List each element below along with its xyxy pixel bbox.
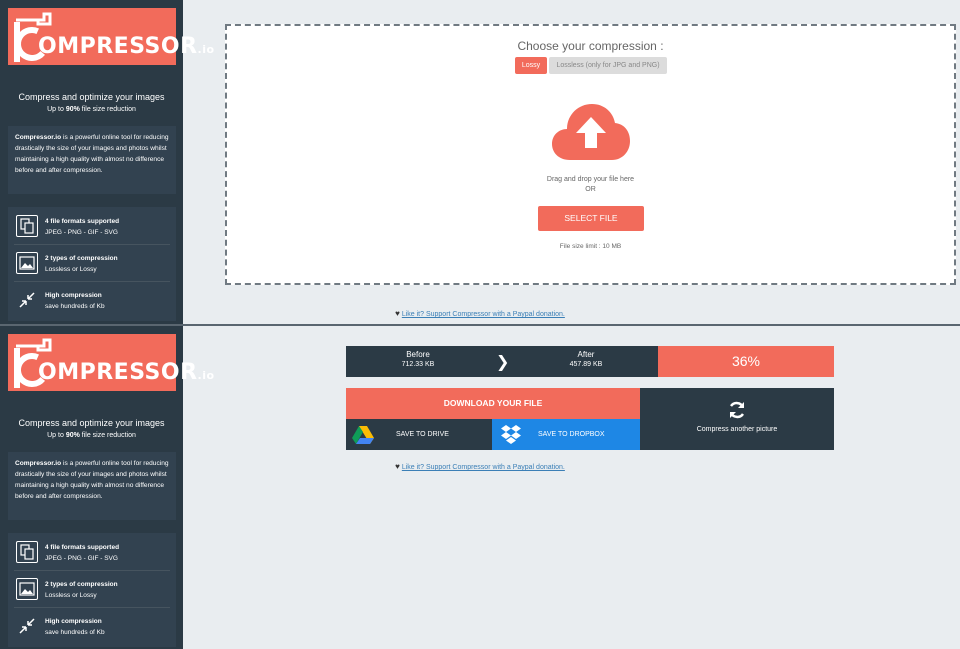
file-size-limit: File size limit : 10 MB bbox=[559, 243, 622, 250]
feature-title: High compression bbox=[45, 292, 102, 299]
features-list: 4 file formats supported JPEG - PNG - GI… bbox=[8, 207, 176, 321]
save-to-drive-label: SAVE TO DRIVE bbox=[396, 431, 449, 438]
compress-another-label: Compress another picture bbox=[696, 426, 778, 433]
files-icon bbox=[16, 541, 38, 563]
upload-dropzone[interactable]: Choose your compression : Lossy Lossless… bbox=[225, 24, 956, 285]
tagline: Compress and optimize your images bbox=[18, 418, 165, 428]
feature-formats: 4 file formats supported JPEG - PNG - GI… bbox=[14, 209, 170, 245]
feature-formats: 4 file formats supported JPEG - PNG - GI… bbox=[14, 535, 170, 571]
feature-compression-types: 2 types of compression Lossless or Lossy bbox=[14, 572, 170, 608]
paypal-donation-link[interactable]: Like it? Support Compressor with a Paypa… bbox=[402, 311, 565, 318]
result-screen: OMPRESSOR.io Compress and optimize your … bbox=[0, 326, 960, 649]
feature-sub: JPEG - PNG - GIF - SVG bbox=[45, 555, 118, 562]
features-list: 4 file formats supported JPEG - PNG - GI… bbox=[8, 533, 176, 647]
drag-drop-text: Drag and drop your file here bbox=[546, 176, 635, 183]
heart-icon: ♥ bbox=[395, 462, 400, 471]
logo-suffix: .io bbox=[197, 43, 215, 56]
select-file-button[interactable]: SELECT FILE bbox=[538, 206, 644, 231]
feature-high-compression: High compression save hundreds of Kb bbox=[14, 609, 170, 645]
feature-title: High compression bbox=[45, 618, 102, 625]
feature-compression-types: 2 types of compression Lossless or Lossy bbox=[14, 246, 170, 282]
feature-title: 2 types of compression bbox=[45, 581, 118, 588]
after-value: 457.89 KB bbox=[569, 361, 603, 368]
donation-line: ♥ Like it? Support Compressor with a Pay… bbox=[0, 462, 960, 471]
logo[interactable]: OMPRESSOR.io bbox=[8, 8, 214, 65]
image-icon bbox=[16, 578, 38, 600]
feature-title: 4 file formats supported bbox=[45, 544, 120, 551]
google-drive-icon bbox=[352, 426, 374, 444]
download-button[interactable]: DOWNLOAD YOUR FILE bbox=[346, 388, 640, 419]
tagline: Compress and optimize your images bbox=[18, 92, 165, 102]
logo-suffix: .io bbox=[197, 369, 215, 382]
chevron-right-icon: ❯ bbox=[496, 352, 510, 371]
after-label: After bbox=[577, 350, 595, 359]
feature-sub: save hundreds of Kb bbox=[45, 629, 105, 636]
refresh-icon bbox=[729, 401, 745, 419]
compress-another-button[interactable]: Compress another picture bbox=[640, 388, 834, 450]
save-to-drive-button[interactable]: SAVE TO DRIVE bbox=[346, 419, 492, 450]
lossy-button[interactable]: Lossy bbox=[515, 57, 547, 74]
logo-wordmark: OMPRESSOR bbox=[38, 360, 198, 385]
after-size: After 457.89 KB bbox=[526, 350, 646, 368]
lossless-button[interactable]: Lossless (only for JPG and PNG) bbox=[549, 57, 667, 74]
description-box: Compressor.io is a powerful online tool … bbox=[8, 126, 176, 194]
logo[interactable]: OMPRESSOR.io bbox=[8, 334, 214, 391]
tagline-sub: Up to 90% file size reduction bbox=[47, 432, 136, 439]
upload-screen: OMPRESSOR.io Compress and optimize your … bbox=[0, 0, 960, 324]
feature-sub: JPEG - PNG - GIF - SVG bbox=[45, 229, 118, 236]
heart-icon: ♥ bbox=[395, 309, 400, 318]
feature-sub: Lossless or Lossy bbox=[45, 266, 97, 273]
sidebar: OMPRESSOR.io Compress and optimize your … bbox=[0, 326, 214, 649]
logo-wordmark: OMPRESSOR bbox=[38, 34, 198, 59]
donation-line: ♥ Like it? Support Compressor with a Pay… bbox=[0, 309, 960, 318]
tagline-sub: Up to 90% file size reduction bbox=[47, 106, 136, 113]
result-actions: DOWNLOAD YOUR FILE SAVE TO DRIVE SAVE TO… bbox=[346, 388, 834, 450]
feature-sub: Lossless or Lossy bbox=[45, 592, 97, 599]
reduction-percent: 36% bbox=[658, 346, 834, 377]
or-text: OR bbox=[585, 186, 596, 193]
compress-arrows-icon bbox=[16, 289, 38, 311]
dropbox-icon bbox=[501, 425, 521, 444]
compression-title: Choose your compression : bbox=[517, 39, 664, 53]
files-icon bbox=[16, 215, 38, 237]
save-to-dropbox-button[interactable]: SAVE TO DROPBOX bbox=[492, 419, 640, 450]
feature-title: 2 types of compression bbox=[45, 255, 118, 262]
image-icon bbox=[16, 252, 38, 274]
save-to-dropbox-label: SAVE TO DROPBOX bbox=[538, 431, 605, 438]
paypal-donation-link[interactable]: Like it? Support Compressor with a Paypa… bbox=[402, 464, 565, 471]
cloud-upload-icon bbox=[552, 104, 630, 160]
feature-title: 4 file formats supported bbox=[45, 218, 120, 225]
before-value: 712.33 KB bbox=[401, 361, 435, 368]
size-comparison: Before 712.33 KB ❯ After 457.89 KB bbox=[346, 346, 658, 377]
compress-arrows-icon bbox=[16, 615, 38, 637]
compression-result-bar: Before 712.33 KB ❯ After 457.89 KB 36% bbox=[346, 346, 834, 377]
sidebar: OMPRESSOR.io Compress and optimize your … bbox=[0, 0, 214, 324]
before-size: Before 712.33 KB bbox=[358, 350, 478, 368]
before-label: Before bbox=[406, 350, 430, 359]
